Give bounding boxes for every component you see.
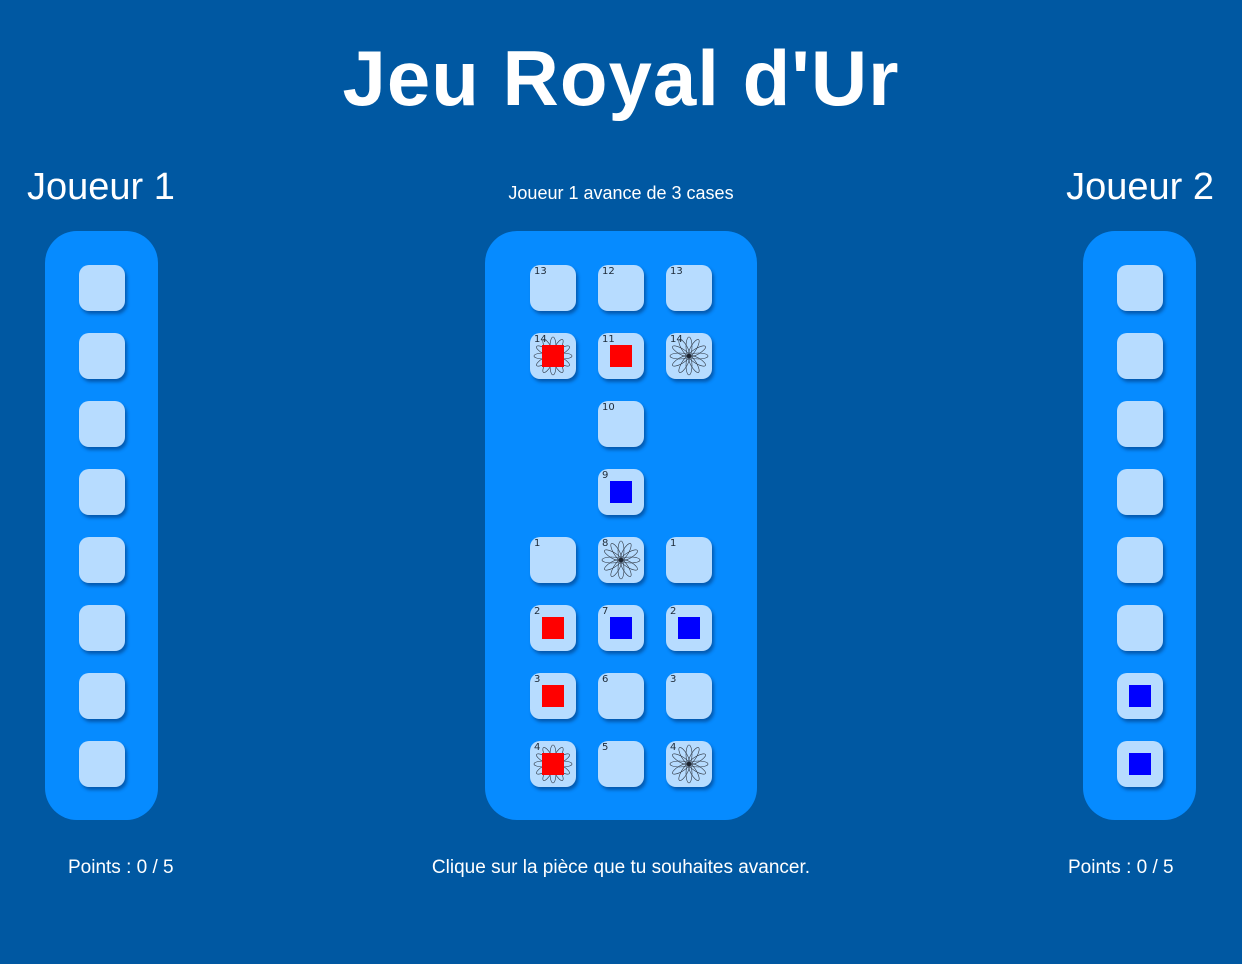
board-square[interactable]: 2: [530, 605, 576, 651]
square-number: 14: [670, 334, 683, 345]
board-square[interactable]: 10: [598, 401, 644, 447]
square-number: 3: [670, 674, 677, 685]
square-number: 13: [670, 266, 683, 277]
reserve-slot[interactable]: [79, 333, 125, 379]
player1-name: Joueur 1: [27, 166, 175, 208]
player1-points: Points : 0 / 5: [68, 857, 174, 878]
square-number: 10: [602, 402, 615, 413]
instruction-hint: Clique sur la pièce que tu souhaites ava…: [431, 857, 811, 878]
board-square[interactable]: 12: [598, 265, 644, 311]
game-title: Jeu Royal d'Ur: [342, 34, 900, 122]
board-square[interactable]: 2: [666, 605, 712, 651]
square-number: 6: [602, 674, 609, 685]
board-square[interactable]: 13: [530, 265, 576, 311]
square-number: 12: [602, 266, 615, 277]
player2-name: Joueur 2: [1066, 166, 1214, 208]
board-square-rosette[interactable]: 8: [598, 537, 644, 583]
square-number: 3: [534, 674, 541, 685]
board-square-rosette[interactable]: 14: [530, 333, 576, 379]
player2-piece[interactable]: [1129, 685, 1151, 707]
reserve-slot[interactable]: [79, 265, 125, 311]
player1-piece[interactable]: [610, 345, 632, 367]
board-square[interactable]: 9: [598, 469, 644, 515]
reserve-slot[interactable]: [79, 741, 125, 787]
player1-piece[interactable]: [542, 617, 564, 639]
reserve-slot[interactable]: [1117, 537, 1163, 583]
reserve-slot[interactable]: [79, 469, 125, 515]
game-board: 13 12 13 14 11 14 10 9 1 8 1 2 7 2 3 6 3 4 5 4: [485, 231, 757, 820]
square-number: 1: [534, 538, 541, 549]
player2-piece[interactable]: [678, 617, 700, 639]
player2-points: Points : 0 / 5: [1068, 857, 1174, 878]
reserve-slot[interactable]: [1117, 265, 1163, 311]
reserve-slot[interactable]: [1117, 333, 1163, 379]
reserve-slot[interactable]: [79, 605, 125, 651]
reserve-slot[interactable]: [79, 401, 125, 447]
board-square-rosette[interactable]: 14: [666, 333, 712, 379]
square-number: 7: [602, 606, 609, 617]
square-number: 8: [602, 538, 609, 549]
board-square[interactable]: 6: [598, 673, 644, 719]
player2-piece[interactable]: [610, 481, 632, 503]
square-number: 1: [670, 538, 677, 549]
reserve-slot[interactable]: [1117, 673, 1163, 719]
board-square[interactable]: 3: [666, 673, 712, 719]
board-square[interactable]: 1: [530, 537, 576, 583]
turn-status: Joueur 1 avance de 3 cases: [508, 183, 734, 203]
player1-reserve-panel: [45, 231, 158, 820]
reserve-slot[interactable]: [79, 673, 125, 719]
board-square[interactable]: 3: [530, 673, 576, 719]
reserve-slot[interactable]: [79, 537, 125, 583]
square-number: 4: [534, 742, 541, 753]
player1-piece[interactable]: [542, 753, 564, 775]
square-number: 13: [534, 266, 547, 277]
board-square[interactable]: 11: [598, 333, 644, 379]
player1-piece[interactable]: [542, 345, 564, 367]
square-number: 5: [602, 742, 609, 753]
reserve-slot[interactable]: [1117, 469, 1163, 515]
board-square[interactable]: 1: [666, 537, 712, 583]
square-number: 9: [602, 470, 609, 481]
board-square[interactable]: 7: [598, 605, 644, 651]
square-number: 4: [670, 742, 677, 753]
reserve-slot[interactable]: [1117, 741, 1163, 787]
player1-piece[interactable]: [542, 685, 564, 707]
board-square[interactable]: 5: [598, 741, 644, 787]
board-square-rosette[interactable]: 4: [666, 741, 712, 787]
player2-reserve-panel: [1083, 231, 1196, 820]
player2-piece[interactable]: [1129, 753, 1151, 775]
board-square[interactable]: 13: [666, 265, 712, 311]
reserve-slot[interactable]: [1117, 605, 1163, 651]
reserve-slot[interactable]: [1117, 401, 1163, 447]
player2-piece[interactable]: [610, 617, 632, 639]
square-number: 2: [534, 606, 541, 617]
square-number: 2: [670, 606, 677, 617]
board-square-rosette[interactable]: 4: [530, 741, 576, 787]
